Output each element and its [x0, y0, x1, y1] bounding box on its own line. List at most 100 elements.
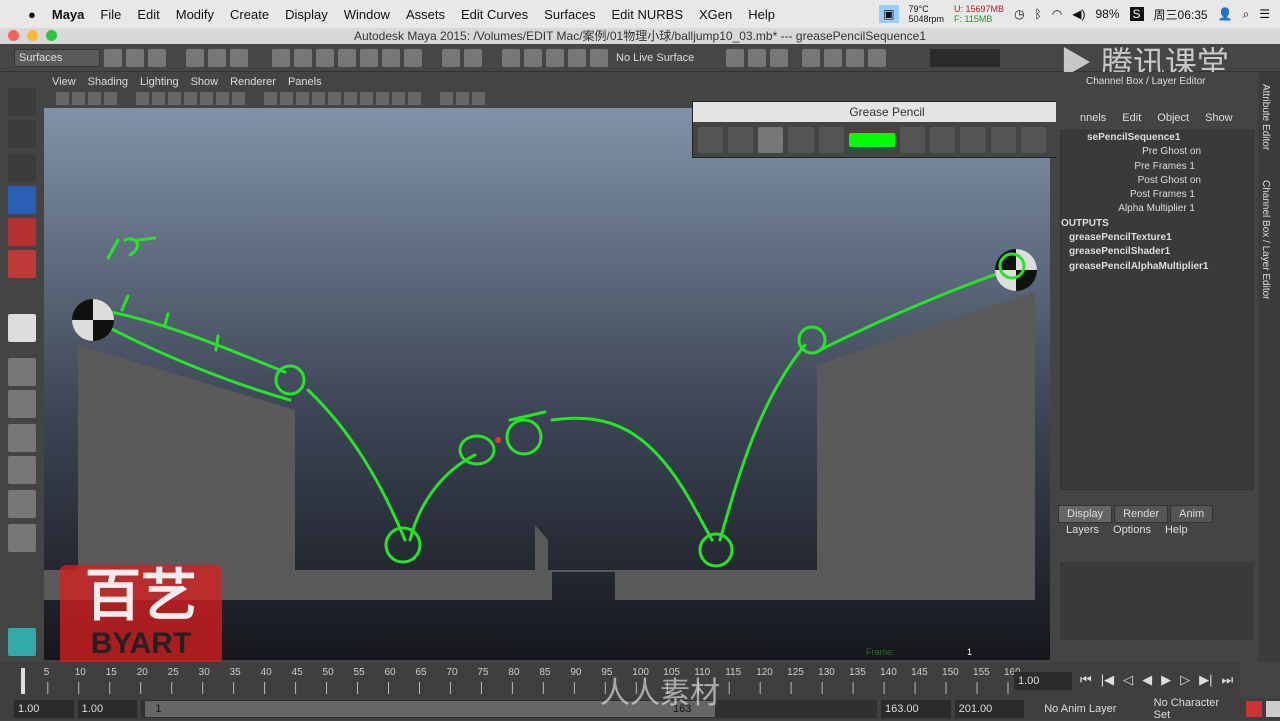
wifi-icon[interactable]: ◠ — [1052, 7, 1062, 21]
render-view-icon[interactable] — [802, 48, 821, 67]
textured-icon[interactable] — [312, 92, 325, 105]
snap-point-icon[interactable] — [316, 48, 334, 67]
layout-graph-split-icon[interactable] — [8, 524, 36, 552]
menu-create[interactable]: Create — [222, 7, 277, 22]
bluetooth-icon[interactable]: ᛒ — [1035, 7, 1042, 21]
viewport-menu-shading[interactable]: Shading — [88, 76, 128, 90]
snap-plane-icon[interactable] — [338, 48, 356, 67]
battery-level[interactable]: 98% — [1095, 7, 1119, 21]
tab-channel-box[interactable]: Channel Box / Layer Editor — [1260, 180, 1271, 300]
resolution-gate-icon[interactable] — [168, 92, 181, 105]
ghost-next-icon[interactable] — [960, 127, 986, 153]
clock[interactable]: 周三06:35 — [1154, 6, 1208, 23]
menu-layers[interactable]: Layers — [1066, 524, 1099, 536]
playback-start-field[interactable]: 1.00 — [77, 700, 138, 718]
output-shader[interactable]: greasePencilShader1 — [1061, 245, 1253, 259]
snap-grid-icon[interactable] — [272, 48, 290, 67]
time-machine-icon[interactable]: ◷ — [1014, 7, 1024, 21]
layout-outliner-icon[interactable] — [8, 424, 36, 452]
lock-icon[interactable] — [442, 48, 460, 67]
search-icon[interactable]: ⌕ — [1243, 7, 1250, 22]
move-tool-icon[interactable] — [8, 186, 36, 214]
go-to-end-button[interactable]: ⏭ — [1221, 672, 1233, 688]
clapper-icon[interactable] — [868, 48, 887, 67]
menu-window[interactable]: Window — [336, 7, 398, 22]
user-icon[interactable]: 👤 — [1218, 7, 1233, 21]
attr-alpha-multiplier[interactable]: Alpha Multiplier 1 — [1061, 202, 1253, 216]
grid-icon[interactable] — [136, 92, 149, 105]
snap-curve-icon[interactable] — [294, 48, 312, 67]
step-forward-frame-button[interactable]: ▷ — [1180, 672, 1190, 688]
safe-title-icon[interactable] — [232, 92, 245, 105]
step-forward-key-button[interactable]: ▶| — [1199, 672, 1212, 688]
select-component-icon[interactable] — [230, 48, 248, 67]
magnet-icon[interactable] — [524, 48, 542, 67]
camera-attr-icon[interactable] — [72, 92, 85, 105]
save-scene-icon[interactable] — [148, 48, 166, 67]
export-frame-icon[interactable] — [1020, 127, 1046, 153]
snap-surface-icon[interactable] — [360, 48, 378, 67]
menu-file[interactable]: File — [92, 7, 129, 22]
new-scene-icon[interactable] — [104, 48, 122, 67]
xray-icon[interactable] — [456, 92, 469, 105]
camera-icon[interactable] — [56, 92, 69, 105]
render-settings-icon[interactable] — [770, 48, 789, 67]
menu-help[interactable]: Help — [1165, 524, 1188, 536]
viewport-menu-renderer[interactable]: Renderer — [230, 76, 276, 90]
ipr-icon[interactable] — [748, 48, 767, 67]
input-source-icon[interactable]: S — [1129, 7, 1144, 21]
output-texture[interactable]: greasePencilTexture1 — [1061, 231, 1253, 245]
menu-display[interactable]: Display — [277, 7, 336, 22]
start-time-field[interactable]: 1.00 — [14, 700, 74, 718]
step-back-key-button[interactable]: |◀ — [1101, 672, 1114, 688]
clapper-icon[interactable] — [846, 48, 865, 67]
character-set-select[interactable]: No Character Set — [1154, 697, 1238, 721]
image-plane-icon[interactable] — [104, 92, 117, 105]
attr-post-ghost[interactable]: Post Ghost on — [1061, 174, 1253, 188]
current-frame-field[interactable]: 1.00 — [1014, 672, 1072, 690]
range-bar[interactable]: 1 163 — [141, 700, 878, 718]
go-to-start-button[interactable]: ⏮ — [1080, 672, 1092, 688]
render-icon[interactable] — [726, 48, 745, 67]
viewport-menu-show[interactable]: Show — [191, 76, 219, 90]
dof-icon[interactable] — [408, 92, 421, 105]
clapper-icon[interactable] — [824, 48, 843, 67]
select-object-icon[interactable] — [208, 48, 226, 67]
menu-edit-nurbs[interactable]: Edit NURBS — [603, 7, 691, 22]
smooth-shade-icon[interactable] — [280, 92, 293, 105]
paint-tool-icon[interactable] — [8, 154, 36, 182]
magnet-icon[interactable] — [546, 48, 564, 67]
layout-single-icon[interactable] — [8, 358, 36, 386]
auto-key-icon[interactable] — [1246, 701, 1263, 717]
command-field[interactable] — [930, 48, 1001, 67]
volume-icon[interactable]: ◀) — [1072, 7, 1085, 21]
field-chart-icon[interactable] — [200, 92, 213, 105]
ghost-previous-icon[interactable] — [930, 127, 956, 153]
menu-edit-curves[interactable]: Edit Curves — [453, 7, 536, 22]
current-time-marker[interactable] — [21, 668, 25, 694]
menu-show[interactable]: Show — [1205, 112, 1233, 124]
layout-graph-icon[interactable] — [8, 456, 36, 484]
grease-pencil-tool-icon[interactable] — [8, 314, 36, 342]
magnet-icon[interactable] — [568, 48, 586, 67]
menu-xgen[interactable]: XGen — [691, 7, 740, 22]
lasso-tool-icon[interactable] — [8, 120, 36, 148]
marker-icon[interactable] — [788, 127, 814, 153]
import-frame-icon[interactable] — [990, 127, 1016, 153]
remove-frame-icon[interactable] — [728, 127, 754, 153]
menu-modify[interactable]: Modify — [168, 7, 222, 22]
screen-record-icon[interactable]: ▣ — [879, 5, 899, 23]
menu-assets[interactable]: Assets — [398, 7, 453, 22]
magnet-icon[interactable] — [590, 48, 608, 67]
motion-blur-icon[interactable] — [376, 92, 389, 105]
menu-edit[interactable]: Edit — [1122, 112, 1141, 124]
tab-attribute-editor[interactable]: Attribute Editor — [1260, 84, 1271, 150]
soft-pencil-icon[interactable] — [818, 127, 844, 153]
menu-object[interactable]: Object — [1157, 112, 1189, 124]
play-forward-button[interactable]: ▶ — [1161, 672, 1171, 688]
playback-end-field[interactable]: 163.00 — [881, 700, 951, 718]
attr-pre-ghost[interactable]: Pre Ghost on — [1061, 145, 1253, 159]
menu-options[interactable]: Options — [1113, 524, 1151, 536]
isolate-icon[interactable] — [440, 92, 453, 105]
film-gate-icon[interactable] — [152, 92, 165, 105]
